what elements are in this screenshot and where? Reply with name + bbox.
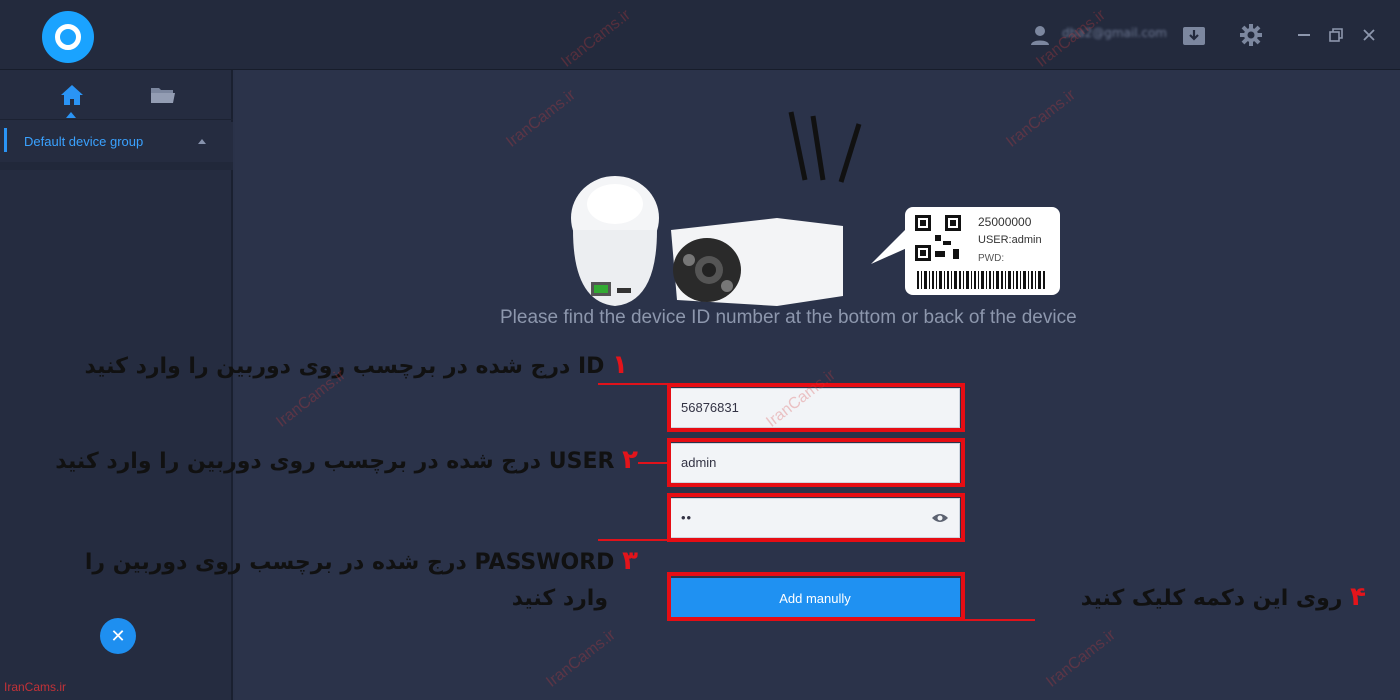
minimize-icon[interactable] — [1291, 22, 1317, 48]
brand-watermark: IranCams.ir — [4, 680, 67, 694]
download-icon[interactable] — [1181, 22, 1207, 48]
device-group-item[interactable]: Default device group — [0, 122, 233, 162]
highlight-add-button — [667, 572, 965, 621]
label-user: USER:admin — [978, 234, 1042, 246]
title-bar: dba2@gmail.com — [0, 0, 1400, 70]
app-window: dba2@gmail.com Default device group ✕ 25… — [0, 0, 1400, 700]
connector-line-1 — [598, 383, 668, 385]
home-tab-icon[interactable] — [59, 82, 85, 108]
annotation-step-3-line-2: وارد کنید — [512, 586, 608, 611]
active-tab-indicator — [66, 112, 76, 118]
step-3-text-line-1: PASSWORD درج شده در برچسب روی دوربین را — [84, 550, 615, 575]
bullet-camera-image — [671, 111, 862, 306]
close-window-icon[interactable] — [1356, 22, 1382, 48]
device-group-label: Default device group — [24, 134, 144, 149]
highlight-password — [667, 493, 965, 542]
annotation-step-3: ۳ PASSWORD درج شده در برچسب روی دوربین ر… — [85, 546, 638, 576]
connector-line-4 — [965, 619, 1035, 621]
annotation-step-1: ۱ ID درج شده در برچسب روی دوربین را وارد… — [84, 350, 628, 380]
annotation-step-4: ۴ روی این دکمه کلیک کنید — [1081, 582, 1366, 612]
highlight-username — [667, 438, 965, 487]
dome-camera-image — [571, 176, 659, 306]
restore-icon[interactable] — [1323, 22, 1349, 48]
settings-gear-icon[interactable] — [1238, 22, 1264, 48]
label-password: PWD: — [978, 253, 1005, 264]
step-4-number: ۴ — [1350, 582, 1366, 612]
close-button[interactable]: ✕ — [100, 618, 136, 654]
sidebar-tabs — [0, 70, 233, 120]
instruction-text: Please find the device ID number at the … — [500, 307, 1077, 328]
step-4-text: روی این دکمه کلیک کنید — [1080, 586, 1343, 611]
qr-code-icon — [915, 215, 961, 261]
step-2-number: ۲ — [622, 445, 638, 475]
step-1-number: ۱ — [612, 350, 628, 380]
connector-line-2 — [638, 462, 668, 464]
annotation-step-2: ۲ USER درج شده در برچسب روی دوربین را وا… — [55, 445, 638, 475]
folder-tab-icon[interactable] — [150, 82, 176, 108]
label-device-code: 25000000 — [978, 215, 1032, 229]
barcode-icon — [917, 271, 1045, 289]
device-label-card: 25000000 USER:admin PWD: — [905, 207, 1060, 295]
step-3-text-line-2: وارد کنید — [511, 586, 608, 611]
step-2-text: USER درج شده در برچسب روی دوربین را وارد… — [55, 449, 615, 474]
connector-line-3 — [598, 539, 668, 541]
step-3-number: ۳ — [622, 546, 638, 576]
collapse-arrow-icon[interactable] — [198, 139, 206, 144]
sidebar: Default device group ✕ — [0, 70, 233, 700]
selection-bar — [4, 128, 7, 152]
label-pointer — [871, 228, 907, 264]
app-logo — [42, 11, 94, 63]
sidebar-divider — [0, 162, 233, 170]
